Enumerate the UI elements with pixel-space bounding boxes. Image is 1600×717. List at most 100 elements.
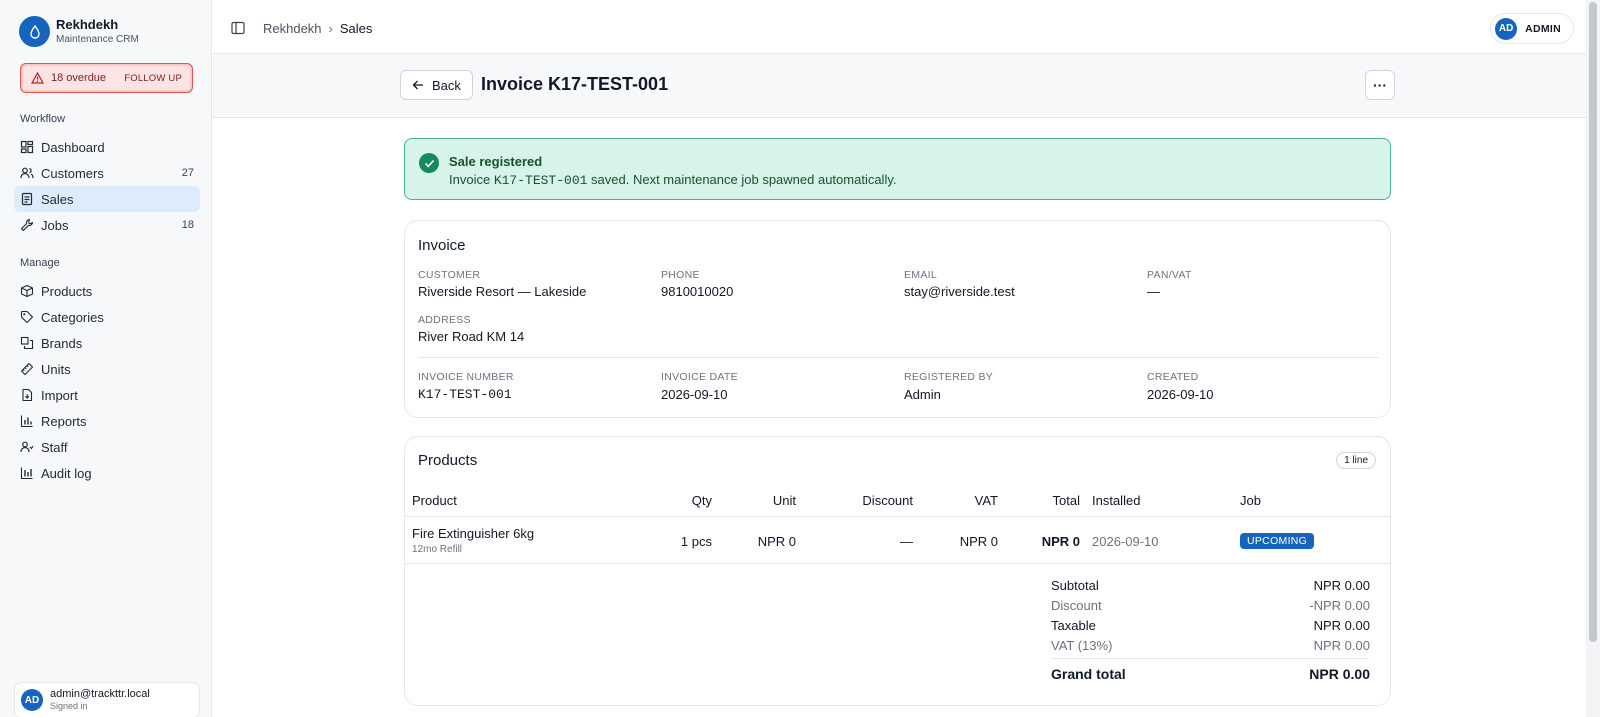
column-header-product: Product — [412, 493, 457, 508]
sidebar: Rekhdekh Maintenance CRM 18 overdue FOLL… — [0, 0, 212, 717]
sidebar-item-jobs[interactable]: Jobs 18 — [14, 212, 200, 238]
column-header-vat: VAT — [974, 493, 998, 508]
discount-label: Discount — [1051, 598, 1102, 613]
sidebar-item-label: Categories — [41, 309, 104, 325]
breadcrumb-home-link[interactable]: Rekhdekh — [263, 21, 322, 36]
bar-chart-icon — [20, 415, 33, 428]
column-header-total: Total — [1052, 493, 1080, 508]
sidebar-item-label: Dashboard — [41, 139, 105, 155]
sidebar-item-reports[interactable]: Reports — [14, 408, 200, 434]
role-label: ADMIN — [1525, 22, 1561, 35]
registered-by-label: REGISTERED BY — [904, 371, 994, 383]
overdue-alert-button[interactable]: 18 overdue FOLLOW UP — [20, 63, 193, 93]
grand-total-value: NPR 0.00 — [1309, 666, 1370, 682]
address-value: River Road KM 14 — [418, 329, 525, 344]
email-value: stay@riverside.test — [904, 284, 1015, 299]
sidebar-item-customers[interactable]: Customers 27 — [14, 160, 200, 186]
back-button[interactable]: Back — [400, 70, 473, 100]
table-header-divider — [405, 516, 1390, 517]
registered-by-value: Admin — [904, 387, 941, 402]
vat-total-label: VAT (13%) — [1051, 638, 1113, 653]
brand-logo-icon — [19, 16, 50, 47]
app-subtitle: Maintenance CRM — [56, 33, 139, 45]
ellipsis-icon: ··· — [1373, 77, 1387, 93]
sidebar-item-categories[interactable]: Categories — [14, 304, 200, 330]
sidebar-item-label: Brands — [41, 335, 83, 351]
sidebar-item-import[interactable]: Import — [14, 382, 200, 408]
total-cell: NPR 0 — [1041, 534, 1080, 549]
customer-label: CUSTOMER — [418, 269, 481, 281]
taxable-label: Taxable — [1051, 618, 1096, 633]
grand-total-label: Grand total — [1051, 666, 1126, 682]
created-value: 2026-09-10 — [1147, 387, 1214, 402]
breadcrumb: Rekhdekh › Sales — [263, 21, 372, 36]
column-header-discount: Discount — [862, 493, 913, 508]
chevron-right-icon: › — [328, 21, 333, 36]
column-header-qty: Qty — [691, 493, 712, 508]
sidebar-item-label: Products — [41, 283, 93, 299]
manage-section-label: Manage — [20, 257, 60, 269]
sidebar-item-label: Sales — [41, 191, 74, 207]
sidebar-toggle-button[interactable] — [231, 21, 245, 38]
account-menu-button[interactable]: AD ADMIN — [1490, 13, 1574, 44]
alert-text-pre: Invoice — [449, 172, 494, 187]
product-subtitle: 12mo Refill — [412, 544, 463, 555]
page-title: Invoice K17-TEST-001 — [481, 74, 669, 94]
user-email: admin@trackttr.local — [50, 688, 150, 700]
column-header-job: Job — [1240, 493, 1261, 508]
subtotal-value: NPR 0.00 — [1313, 578, 1370, 593]
email-label: EMAIL — [904, 269, 938, 281]
dashboard-icon — [20, 140, 34, 154]
created-label: CREATED — [1147, 371, 1199, 383]
sidebar-item-audit-log[interactable]: Audit log — [14, 460, 200, 486]
sidebar-item-units[interactable]: Units — [14, 356, 200, 382]
address-label: ADDRESS — [418, 314, 471, 326]
line-count-badge: 1 line — [1336, 452, 1376, 469]
scrollbar-thumb[interactable] — [1589, 2, 1597, 642]
app-name: Rekhdekh — [56, 16, 119, 32]
arrow-left-icon — [412, 80, 423, 90]
invoice-number-value: K17-TEST-001 — [418, 387, 512, 402]
avatar: AD — [21, 689, 43, 711]
scrollbar[interactable] — [1586, 0, 1600, 717]
sidebar-item-label: Audit log — [41, 465, 92, 481]
sidebar-item-count: 27 — [181, 167, 194, 179]
sidebar-item-count: 18 — [181, 219, 194, 231]
discount-cell: — — [900, 534, 913, 549]
sidebar-item-label: Jobs — [41, 217, 69, 233]
sidebar-item-label: Units — [41, 361, 71, 377]
success-alert: Sale registered Invoice K17-TEST-001 sav… — [404, 138, 1391, 200]
invoice-card-title: Invoice — [418, 237, 466, 254]
product-name: Fire Extinguisher 6kg — [412, 526, 535, 541]
workflow-section-label: Workflow — [20, 113, 66, 125]
sidebar-item-sales[interactable]: Sales — [14, 186, 200, 212]
file-import-icon — [22, 388, 33, 402]
column-header-installed: Installed — [1092, 493, 1141, 508]
sidebar-item-brands[interactable]: Brands — [14, 330, 200, 356]
check-circle-icon — [419, 153, 439, 173]
vat-total-value: NPR 0.00 — [1313, 638, 1370, 653]
ruler-icon — [20, 362, 34, 376]
column-header-unit: Unit — [772, 493, 796, 508]
invoice-card: Invoice CUSTOMER Riverside Resort — Lake… — [404, 220, 1391, 418]
avatar: AD — [1495, 17, 1518, 40]
follow-up-label: FOLLOW UP — [124, 72, 182, 84]
breadcrumb-current: Sales — [339, 21, 373, 36]
subtotal-label: Subtotal — [1051, 578, 1099, 593]
totals-divider — [1051, 658, 1369, 659]
user-menu[interactable]: AD admin@trackttr.local Signed in — [14, 682, 200, 717]
topbar: Rekhdekh › Sales AD ADMIN — [213, 0, 1586, 54]
more-options-button[interactable]: ··· — [1365, 70, 1395, 100]
sidebar-item-label: Import — [41, 387, 78, 403]
sidebar-toggle-icon — [231, 21, 245, 35]
products-card: Products 1 line Product Qty Unit Discoun… — [404, 436, 1391, 706]
sidebar-item-dashboard[interactable]: Dashboard — [14, 134, 200, 160]
sidebar-item-products[interactable]: Products — [14, 278, 200, 304]
sidebar-item-staff[interactable]: Staff — [14, 434, 200, 460]
sidebar-item-label: Reports — [41, 413, 87, 429]
brand[interactable]: Rekhdekh Maintenance CRM — [19, 16, 139, 47]
taxable-value: NPR 0.00 — [1313, 618, 1370, 633]
job-status-badge[interactable]: UPCOMING — [1240, 533, 1315, 549]
alert-message: Invoice K17-TEST-001 saved. Next mainten… — [449, 172, 896, 188]
phone-label: PHONE — [661, 269, 700, 281]
